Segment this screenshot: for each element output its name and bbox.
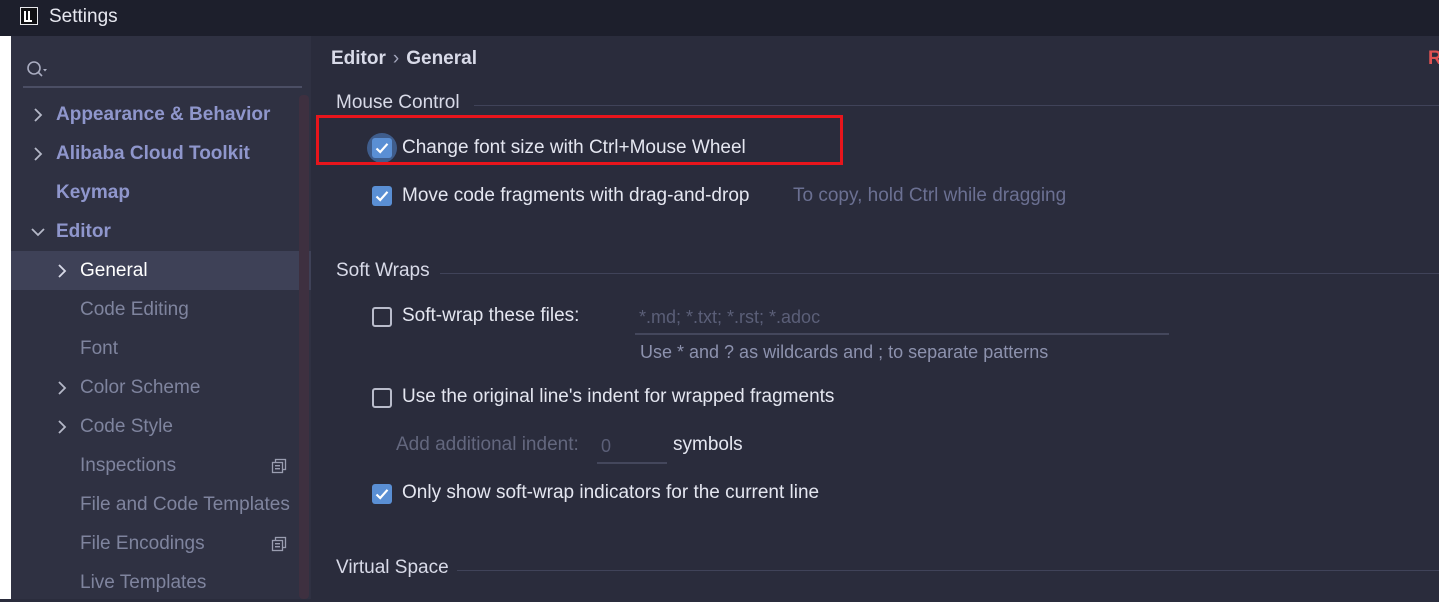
sidebar-item-label: Code Editing [80, 299, 189, 320]
additional-indent-unit: symbols [673, 434, 743, 455]
sidebar-item-color-scheme[interactable]: Color Scheme [11, 368, 311, 407]
sidebar-item-file-encodings[interactable]: File Encodings [11, 524, 311, 563]
chevron-right-icon[interactable] [54, 368, 70, 407]
chevron-right-icon[interactable] [30, 95, 46, 134]
sidebar-item-label: Font [80, 338, 119, 359]
sidebar-item-live-templates[interactable]: Live Templates [11, 563, 311, 602]
section-title-soft-wraps: Soft Wraps [336, 260, 430, 281]
sidebar-item-code-editing[interactable]: Code Editing [11, 290, 311, 329]
checkmark-icon [375, 489, 389, 500]
move-fragments-checkbox[interactable] [372, 186, 392, 206]
copy-icon [271, 536, 287, 552]
section-divider [440, 273, 1439, 274]
chevron-right-icon[interactable] [54, 251, 70, 290]
settings-content: Editor › General R Mouse Control Change fo… [311, 36, 1439, 599]
breadcrumb: Editor › General [331, 48, 477, 70]
soft-wrap-files-label[interactable]: Soft-wrap these files: [402, 305, 579, 327]
breadcrumb-current: General [406, 48, 477, 69]
change-font-size-label[interactable]: Change font size with Ctrl+Mouse Wheel [402, 137, 746, 159]
sidebar-item-label: File and Code Templates [80, 494, 290, 515]
sidebar-item-inspections[interactable]: Inspections [11, 446, 311, 485]
settings-search[interactable] [23, 54, 302, 88]
checkmark-icon [375, 143, 389, 154]
sidebar-item-appearance-behavior[interactable]: Appearance & Behavior [11, 95, 311, 134]
section-title-mouse-control: Mouse Control [336, 92, 460, 113]
sidebar-item-alibaba-cloud-toolkit[interactable]: Alibaba Cloud Toolkit [11, 134, 311, 173]
sidebar-scrollbar[interactable] [299, 95, 309, 599]
show-indicators-label[interactable]: Only show soft-wrap indicators for the c… [402, 482, 819, 504]
soft-wrap-patterns-input[interactable] [635, 302, 1169, 335]
sidebar-item-keymap[interactable]: Keymap [11, 173, 311, 212]
move-fragments-hint: To copy, hold Ctrl while dragging [793, 185, 1067, 206]
breadcrumb-separator: › [392, 48, 400, 69]
sidebar-item-font[interactable]: Font [11, 329, 311, 368]
additional-indent-label: Add additional indent: [396, 434, 579, 455]
sidebar-item-label: Color Scheme [80, 377, 201, 398]
reset-link[interactable]: R [1428, 48, 1439, 70]
soft-wrap-files-checkbox[interactable] [372, 307, 392, 327]
section-title-virtual-space: Virtual Space [336, 557, 449, 578]
show-indicators-checkbox[interactable] [372, 484, 392, 504]
search-icon[interactable] [25, 58, 49, 82]
sidebar-item-code-style[interactable]: Code Style [11, 407, 311, 446]
intellij-app-icon [20, 7, 38, 25]
soft-wrap-patterns-hint: Use * and ? as wildcards and ; to separa… [640, 342, 1049, 362]
title-bar: Settings [0, 0, 1439, 36]
section-divider [474, 105, 1439, 106]
window-title: Settings [49, 6, 118, 27]
original-indent-label[interactable]: Use the original line's indent for wrapp… [402, 386, 834, 408]
chevron-right-icon[interactable] [54, 407, 70, 446]
move-fragments-label[interactable]: Move code fragments with drag-and-drop [402, 185, 749, 207]
sidebar-item-label: Keymap [56, 182, 130, 203]
settings-tree: Appearance & Behavior Alibaba Cloud Tool… [11, 95, 311, 602]
copy-icon [271, 458, 287, 474]
sidebar-item-label: File Encodings [80, 533, 205, 554]
window-edge [0, 36, 11, 599]
change-font-size-checkbox[interactable] [372, 138, 392, 158]
sidebar-item-general[interactable]: General [11, 251, 311, 290]
section-divider [457, 570, 1439, 571]
sidebar-item-label: Live Templates [80, 572, 207, 593]
settings-sidebar: Appearance & Behavior Alibaba Cloud Tool… [11, 36, 311, 599]
sidebar-item-file-code-templates[interactable]: File and Code Templates [11, 485, 311, 524]
sidebar-item-label: Appearance & Behavior [56, 104, 271, 125]
chevron-right-icon[interactable] [30, 134, 46, 173]
sidebar-item-label: Inspections [80, 455, 177, 476]
sidebar-item-label: Editor [56, 221, 111, 242]
chevron-down-icon[interactable] [30, 212, 46, 251]
sidebar-item-label: General [80, 260, 148, 281]
sidebar-item-label: Code Style [80, 416, 173, 437]
sidebar-item-label: Alibaba Cloud Toolkit [56, 143, 250, 164]
breadcrumb-parent[interactable]: Editor [331, 48, 386, 69]
checkmark-icon [375, 191, 389, 202]
original-indent-checkbox[interactable] [372, 388, 392, 408]
additional-indent-input[interactable] [597, 431, 667, 464]
sidebar-item-editor[interactable]: Editor [11, 212, 311, 251]
